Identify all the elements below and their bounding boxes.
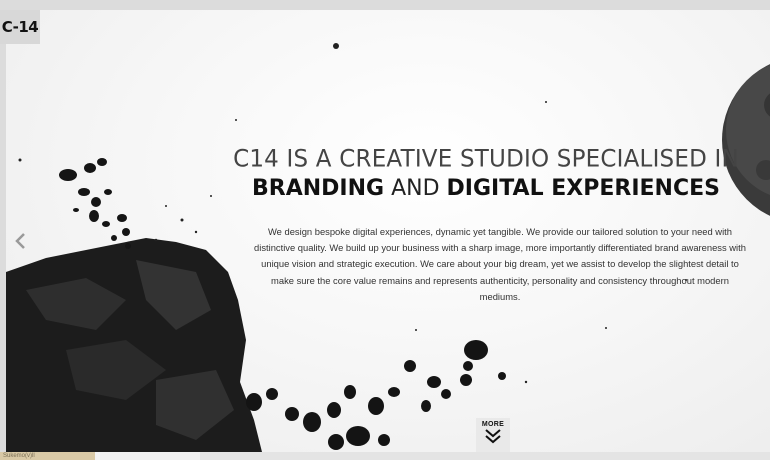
headline-strong-branding: BRANDING [252,176,385,201]
prev-slide-button[interactable] [14,232,26,256]
bottom-strip-segment: Sukemo(v)ll [0,452,95,460]
rock-shape [6,238,262,452]
bottom-strip: Sukemo(v)ll [0,452,770,460]
chevron-left-icon [15,233,25,249]
headline-line-2: BRANDING AND DIGITAL EXPERIENCES [206,176,766,201]
debris-cluster-bottom [246,340,506,450]
site-logo[interactable]: C-14 [0,10,40,44]
debris-cluster-left [59,158,131,249]
bottom-tag-text: Sukemo(v)ll [3,453,35,459]
hero-headline: C14 IS A CREATIVE STUDIO SPECIALISED IN … [206,145,766,201]
headline-line-1: C14 IS A CREATIVE STUDIO SPECIALISED IN [233,145,739,173]
hero-description: We design bespoke digital experiences, d… [254,226,746,302]
more-button[interactable]: MORE [476,418,510,452]
double-chevron-down-icon [485,429,501,444]
more-label: MORE [481,421,505,428]
hero-section: C14 IS A CREATIVE STUDIO SPECIALISED IN … [6,10,770,452]
logo-text: C-14 [1,18,39,36]
bottom-strip-segment-light [95,452,200,460]
headline-strong-digital: DIGITAL EXPERIENCES [446,176,720,201]
headline-and: AND [391,176,440,201]
